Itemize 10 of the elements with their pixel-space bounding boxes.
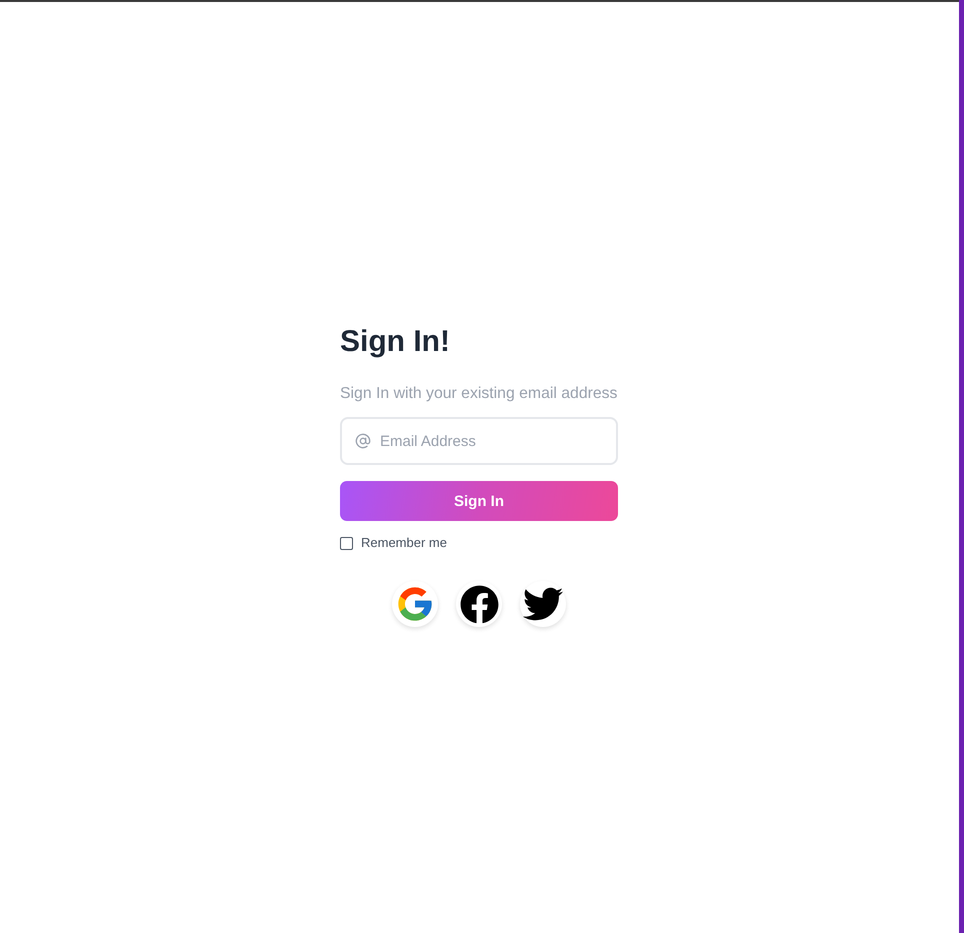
email-input-field[interactable]: Email Address xyxy=(340,417,618,465)
subtitle-text: Sign In with your existing email address xyxy=(340,384,618,404)
sign-in-button[interactable]: Sign In xyxy=(340,481,618,521)
remember-me-label[interactable]: Remember me xyxy=(361,535,447,551)
page-title: Sign In! xyxy=(340,324,451,360)
remember-checkbox[interactable] xyxy=(340,536,353,550)
social-login-button[interactable] xyxy=(520,581,566,627)
f-logo-icon xyxy=(460,584,498,624)
social-login-button[interactable] xyxy=(456,581,502,627)
at-sign-icon xyxy=(355,433,371,449)
